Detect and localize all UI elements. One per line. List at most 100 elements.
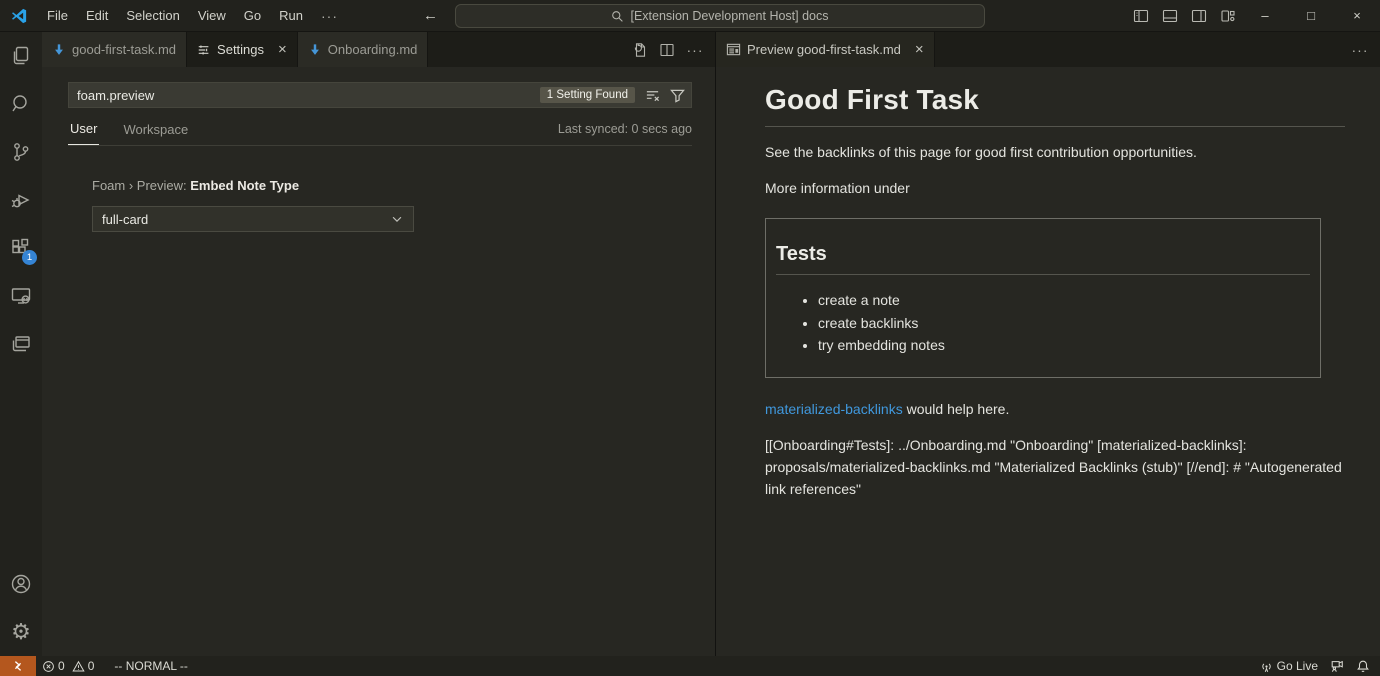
markdown-preview: Good First Task See the backlinks of thi… bbox=[716, 67, 1380, 656]
broadcast-icon bbox=[1260, 660, 1273, 673]
feedback-icon[interactable] bbox=[1324, 656, 1350, 676]
accounts-icon[interactable] bbox=[0, 560, 42, 608]
menu-overflow[interactable]: ··· bbox=[312, 0, 347, 32]
scope-tab-user[interactable]: User bbox=[68, 115, 99, 145]
menu-run[interactable]: Run bbox=[270, 0, 312, 32]
remote-explorer-icon[interactable] bbox=[0, 272, 42, 320]
clear-filters-icon[interactable] bbox=[641, 84, 663, 106]
setting-title: Foam › Preview: Embed Note Type bbox=[92, 178, 715, 193]
preview-paragraph-3: materialized-backlinks would help here. bbox=[765, 398, 1345, 420]
search-icon bbox=[611, 10, 624, 23]
close-button[interactable]: × bbox=[1334, 0, 1380, 32]
go-live-button[interactable]: Go Live bbox=[1254, 656, 1324, 676]
extensions-badge: 1 bbox=[22, 250, 37, 265]
editor-actions-left: ··· bbox=[627, 32, 715, 67]
menu-file[interactable]: File bbox=[38, 0, 77, 32]
open-settings-json-icon[interactable] bbox=[627, 38, 651, 62]
settings-sliders-icon bbox=[197, 43, 211, 57]
error-count: 0 bbox=[58, 659, 65, 673]
search-icon[interactable] bbox=[0, 80, 42, 128]
remote-indicator[interactable] bbox=[0, 656, 36, 676]
status-bar: 0 0 -- NORMAL -- Go Live bbox=[0, 656, 1380, 676]
editor-actions-right: ··· bbox=[1348, 32, 1380, 67]
vim-mode-indicator[interactable]: -- NORMAL -- bbox=[108, 656, 194, 676]
menu-selection[interactable]: Selection bbox=[117, 0, 188, 32]
menu-go[interactable]: Go bbox=[235, 0, 270, 32]
activity-bar: 1 ⚙ bbox=[0, 32, 42, 656]
warning-count: 0 bbox=[88, 659, 95, 673]
editor-group-preview: Preview good-first-task.md × ··· Good Fi… bbox=[716, 32, 1380, 656]
materialized-backlinks-link[interactable]: materialized-backlinks bbox=[765, 401, 903, 417]
title-bar: File Edit Selection View Go Run ··· ← → … bbox=[0, 0, 1380, 32]
embedded-note-card: Tests create a note create backlinks try… bbox=[765, 218, 1321, 378]
settings-scope-tabs: User Workspace Last synced: 0 secs ago bbox=[68, 108, 692, 146]
split-editor-icon[interactable] bbox=[655, 38, 679, 62]
explorer-icon[interactable] bbox=[0, 32, 42, 80]
notifications-bell-icon[interactable] bbox=[1350, 656, 1380, 676]
preview-paragraph-1: See the backlinks of this page for good … bbox=[765, 141, 1345, 163]
embedded-note-heading: Tests bbox=[776, 243, 1310, 275]
vscode-logo-icon bbox=[0, 7, 38, 25]
vscode-window: File Edit Selection View Go Run ··· ← → … bbox=[0, 0, 1380, 676]
markdown-file-icon bbox=[52, 43, 66, 57]
go-back-icon[interactable]: ← bbox=[413, 7, 448, 24]
warning-icon bbox=[72, 660, 85, 673]
settings-editor: 1 Setting Found User Workspace Last sync… bbox=[42, 67, 715, 656]
command-center-label: [Extension Development Host] docs bbox=[630, 9, 828, 23]
tab-label: Settings bbox=[217, 42, 264, 57]
list-item: create a note bbox=[818, 289, 1310, 312]
toggle-panel-icon[interactable] bbox=[1155, 0, 1184, 32]
menu-edit[interactable]: Edit bbox=[77, 0, 117, 32]
filter-settings-icon[interactable] bbox=[666, 84, 688, 106]
link-references-text: [[Onboarding#Tests]: ../Onboarding.md "O… bbox=[765, 434, 1345, 500]
command-center-search[interactable]: [Extension Development Host] docs bbox=[455, 4, 985, 28]
preview-paragraph-2: More information under bbox=[765, 177, 1345, 199]
link-suffix-text: would help here. bbox=[903, 401, 1010, 417]
tab-label: Preview good-first-task.md bbox=[747, 42, 901, 57]
close-tab-icon[interactable]: × bbox=[278, 42, 287, 57]
extensions-icon[interactable]: 1 bbox=[0, 224, 42, 272]
preview-title: Good First Task bbox=[765, 84, 1345, 127]
menu-bar: File Edit Selection View Go Run ··· bbox=[38, 0, 347, 32]
minimize-button[interactable]: – bbox=[1242, 0, 1288, 32]
last-synced-label: Last synced: 0 secs ago bbox=[558, 122, 692, 145]
settings-found-badge: 1 Setting Found bbox=[540, 87, 635, 103]
run-debug-icon[interactable] bbox=[0, 176, 42, 224]
tab-label: good-first-task.md bbox=[72, 42, 176, 57]
settings-search-input[interactable] bbox=[69, 88, 540, 103]
chevron-down-icon bbox=[390, 212, 404, 226]
more-actions-icon[interactable]: ··· bbox=[683, 38, 707, 62]
list-item: try embedding notes bbox=[818, 334, 1310, 357]
more-actions-icon[interactable]: ··· bbox=[1348, 38, 1372, 62]
error-icon bbox=[42, 660, 55, 673]
window-actions: – □ × bbox=[1126, 0, 1380, 32]
toggle-secondary-sidebar-icon[interactable] bbox=[1184, 0, 1213, 32]
tab-bar-left: good-first-task.md Settings × Onboardi bbox=[42, 32, 715, 67]
setting-item-embed-note-type: Foam › Preview: Embed Note Type full-car… bbox=[92, 178, 715, 232]
markdown-file-icon bbox=[308, 43, 322, 57]
setting-category: Foam › Preview: bbox=[92, 178, 190, 193]
maximize-button[interactable]: □ bbox=[1288, 0, 1334, 32]
tab-preview-good-first-task[interactable]: Preview good-first-task.md × bbox=[716, 32, 935, 67]
settings-gear-icon[interactable]: ⚙ bbox=[0, 608, 42, 656]
tab-onboarding[interactable]: Onboarding.md bbox=[298, 32, 429, 67]
tab-good-first-task[interactable]: good-first-task.md bbox=[42, 32, 187, 67]
windows-icon[interactable] bbox=[0, 320, 42, 368]
editor-group-settings: good-first-task.md Settings × Onboardi bbox=[42, 32, 716, 656]
tab-settings[interactable]: Settings × bbox=[187, 32, 298, 67]
embed-note-type-select[interactable]: full-card bbox=[92, 206, 414, 232]
setting-name: Embed Note Type bbox=[190, 178, 299, 193]
embedded-note-list: create a note create backlinks try embed… bbox=[776, 289, 1310, 357]
source-control-icon[interactable] bbox=[0, 128, 42, 176]
open-preview-icon bbox=[726, 42, 741, 57]
toggle-sidebar-icon[interactable] bbox=[1126, 0, 1155, 32]
settings-search-box: 1 Setting Found bbox=[68, 82, 692, 108]
tab-label: Onboarding.md bbox=[328, 42, 418, 57]
scope-tab-workspace[interactable]: Workspace bbox=[121, 116, 190, 145]
close-tab-icon[interactable]: × bbox=[915, 42, 924, 57]
problems-indicator[interactable]: 0 0 bbox=[36, 656, 100, 676]
customize-layout-icon[interactable] bbox=[1213, 0, 1242, 32]
tab-bar-right: Preview good-first-task.md × ··· bbox=[716, 32, 1380, 67]
menu-view[interactable]: View bbox=[189, 0, 235, 32]
select-value: full-card bbox=[102, 212, 148, 227]
